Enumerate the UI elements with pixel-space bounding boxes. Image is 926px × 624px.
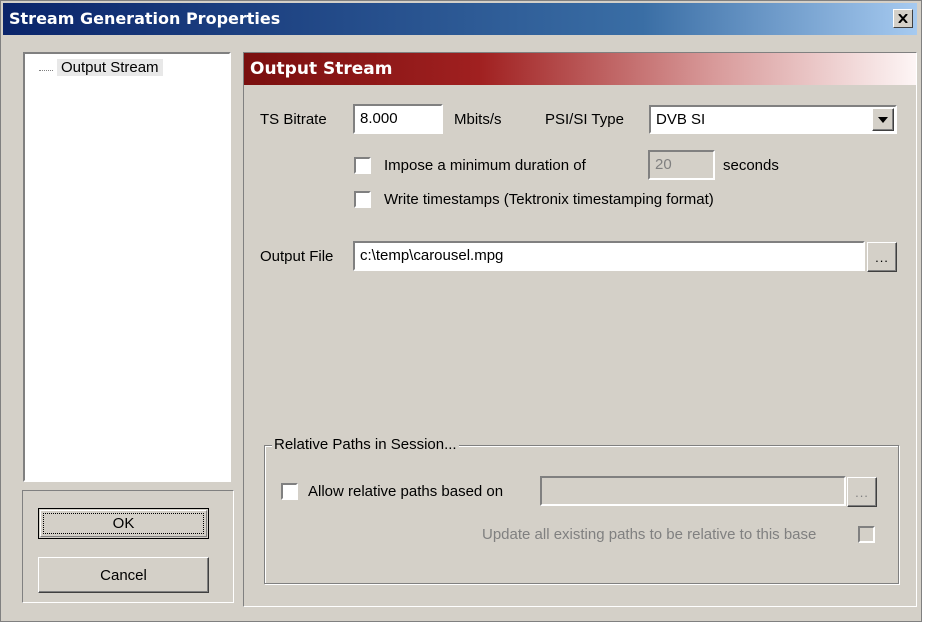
- section-title: Output Stream: [250, 59, 393, 79]
- psi-si-dropdown-button[interactable]: [872, 108, 894, 131]
- min-duration-unit: seconds: [723, 157, 779, 174]
- close-button[interactable]: [893, 9, 913, 28]
- relative-paths-group: [264, 445, 899, 584]
- tree-item-output-stream[interactable]: Output Stream: [57, 59, 163, 76]
- title-bar[interactable]: Stream Generation Properties: [3, 3, 917, 35]
- output-file-browse-button[interactable]: ...: [867, 242, 897, 272]
- psi-si-type-select[interactable]: DVB SI: [649, 105, 897, 134]
- min-duration-checkbox[interactable]: [354, 157, 371, 174]
- ok-button[interactable]: OK: [38, 508, 209, 539]
- allow-relative-paths-label: Allow relative paths based on: [308, 483, 504, 500]
- min-duration-label: Impose a minimum duration of: [384, 157, 586, 174]
- close-icon: [898, 14, 908, 23]
- tree-connector: [39, 70, 53, 71]
- window-title: Stream Generation Properties: [9, 9, 281, 28]
- timestamps-label: Write timestamps (Tektronix timestamping…: [384, 191, 714, 208]
- psi-si-type-label: PSI/SI Type: [545, 111, 624, 128]
- output-file-label: Output File: [260, 248, 334, 265]
- relative-paths-group-title: Relative Paths in Session...: [272, 436, 459, 453]
- ok-button-label: OK: [112, 515, 135, 532]
- section-header: Output Stream: [244, 53, 916, 85]
- update-paths-checkbox[interactable]: [858, 526, 875, 543]
- output-file-input[interactable]: c:\temp\carousel.mpg: [353, 241, 865, 271]
- navigation-tree: Output Stream: [23, 52, 231, 482]
- relative-browse-label: ...: [855, 484, 869, 500]
- min-duration-input[interactable]: 20: [648, 150, 715, 180]
- ts-bitrate-unit: Mbits/s: [454, 111, 502, 128]
- cancel-button-label: Cancel: [100, 566, 147, 584]
- psi-si-type-value: DVB SI: [656, 111, 706, 128]
- chevron-down-icon: [878, 116, 888, 123]
- timestamps-checkbox[interactable]: [354, 191, 371, 208]
- relative-base-browse-button[interactable]: ...: [847, 477, 877, 507]
- update-paths-label: Update all existing paths to be relative…: [482, 526, 817, 543]
- ts-bitrate-input[interactable]: 8.000: [353, 104, 443, 134]
- browse-label: ...: [875, 249, 889, 265]
- allow-relative-paths-checkbox[interactable]: [281, 483, 298, 500]
- relative-base-path-input[interactable]: [540, 476, 846, 506]
- ts-bitrate-label: TS Bitrate: [260, 111, 327, 128]
- cancel-button[interactable]: Cancel: [38, 557, 209, 593]
